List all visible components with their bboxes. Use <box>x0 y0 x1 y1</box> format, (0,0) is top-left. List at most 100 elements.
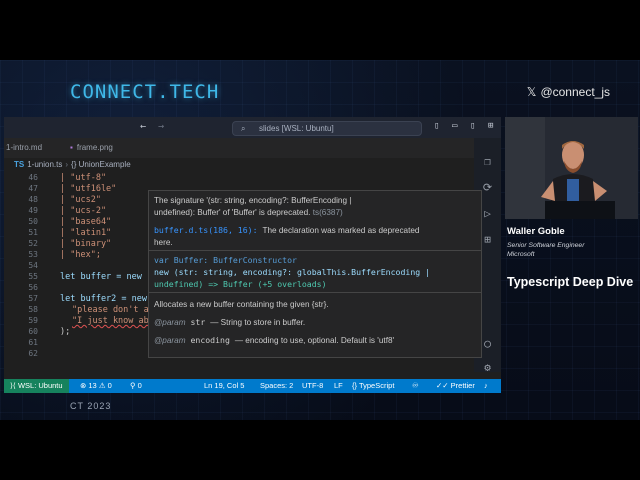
line-number: 47 <box>28 184 38 193</box>
prettier-label: Prettier <box>450 381 475 390</box>
conference-logo: CONNECT.TECH <box>70 81 220 103</box>
ports-icon: ⚲ <box>130 381 138 390</box>
speaker-camera-feed <box>505 117 638 219</box>
editor-tabs: 1-intro.md ▪ frame.png <box>4 138 474 158</box>
image-file-icon: ▪ <box>70 143 73 152</box>
toggle-aux-bar-icon[interactable]: ▯ <box>470 121 475 131</box>
indentation[interactable]: Spaces: 2 <box>260 379 293 393</box>
back-arrow-icon[interactable]: ← <box>140 121 146 132</box>
remote-icon: ⟩⟨ <box>10 381 18 390</box>
line-number: 49 <box>28 206 38 215</box>
command-center-label: slides [WSL: Ubuntu] <box>259 124 334 133</box>
account-icon[interactable]: ◯ <box>480 336 495 351</box>
run-debug-icon[interactable]: ▷ <box>480 206 495 221</box>
related-location-line-2: here. <box>154 238 173 247</box>
line-number: 57 <box>28 294 38 303</box>
breadcrumb-file[interactable]: 1-union.ts <box>27 160 62 169</box>
breadcrumb: TS 1-union.ts ›{} UnionExample <box>14 158 131 172</box>
stream-frame: CONNECT.TECH 𝕏 @connect_js ← → ⌕ slides [… <box>0 60 640 420</box>
line-number: 53 <box>28 250 38 259</box>
line-number: 62 <box>28 349 38 358</box>
doc-description: Allocates a new buffer containing the gi… <box>154 300 329 309</box>
line-number: 51 <box>28 228 38 237</box>
code-line[interactable]: | "latin1" <box>60 228 111 239</box>
related-location: buffer.d.ts(186, 16): The declaration wa… <box>154 225 420 235</box>
line-number: 54 <box>28 261 38 270</box>
cursor-position[interactable]: Ln 19, Col 5 <box>204 379 244 393</box>
tab-frame[interactable]: ▪ frame.png <box>64 138 119 158</box>
toggle-sidebar-icon[interactable]: ▯ <box>434 121 439 131</box>
speaker-title: Senior Software Engineer <box>507 242 585 249</box>
hover-divider <box>149 292 481 293</box>
problems-count: 13 <box>88 381 97 390</box>
remote-label: WSL: Ubuntu <box>17 381 63 390</box>
code-line[interactable]: | "binary" <box>60 239 111 250</box>
code-line[interactable]: | "utf16le" <box>60 184 116 195</box>
check-double-icon: ✓✓ <box>436 381 451 390</box>
line-number: 58 <box>28 305 38 314</box>
tab-label: 1-intro.md <box>6 143 43 152</box>
param-encoding: @param encoding — encoding to use, optio… <box>154 335 395 345</box>
speaker-company: Microsoft <box>507 251 535 258</box>
search-icon: ⌕ <box>241 124 246 133</box>
ports-indicator[interactable]: ⚲ 0 <box>130 379 142 393</box>
end-of-line[interactable]: LF <box>334 379 343 393</box>
breadcrumb-separator-icon: › <box>65 160 69 169</box>
explorer-icon[interactable]: ❐ <box>480 154 495 169</box>
social-handle: 𝕏 @connect_js <box>527 85 610 99</box>
code-line[interactable]: | "ucs2" <box>60 195 101 206</box>
prettier-indicator[interactable]: ✓✓ Prettier <box>436 379 475 393</box>
deprecation-line-1: The signature '(str: string, encoding?: … <box>154 196 352 205</box>
speaker-name: Waller Goble <box>507 226 565 237</box>
code-line[interactable]: | "utf-8" <box>60 173 106 184</box>
param-str: @param str — String to store in buffer. <box>154 317 306 327</box>
hover-divider <box>149 250 481 251</box>
command-center-search[interactable]: ⌕ slides [WSL: Ubuntu] <box>232 121 422 136</box>
handle-text: @connect_js <box>540 85 610 99</box>
status-bar: ⟩⟨ WSL: Ubuntu ⊗ 13 ⚠ 0 ⚲ 0 Ln 19, Col 5… <box>4 379 501 393</box>
x-logo-icon: 𝕏 <box>526 85 537 99</box>
breadcrumb-symbol[interactable]: {} UnionExample <box>71 160 131 169</box>
language-label: TypeScript <box>358 381 395 390</box>
speaker-photo <box>505 117 638 219</box>
customize-layout-icon[interactable]: ⊞ <box>488 121 493 131</box>
talk-title: Typescript Deep Dive <box>507 275 634 289</box>
copilot-icon[interactable]: ♾ <box>412 379 419 393</box>
warning-icon: ⚠ <box>98 381 108 390</box>
code-line-buffer[interactable]: let buffer = new <box>60 272 142 283</box>
hover-tooltip: The signature '(str: string, encoding?: … <box>148 190 482 358</box>
event-tag: CT 2023 <box>70 401 112 411</box>
warnings-count: 0 <box>107 381 112 390</box>
forward-arrow-icon[interactable]: → <box>158 121 164 132</box>
signature-line-3: undefined) => Buffer (+5 overloads) <box>154 279 327 289</box>
signature-line-2: new (str: string, encoding?: globalThis.… <box>154 267 431 277</box>
language-mode[interactable]: {} TypeScript <box>352 379 394 393</box>
source-control-icon[interactable]: ⟳ <box>480 180 495 195</box>
code-line[interactable]: | "hex"; <box>60 250 101 261</box>
extensions-icon[interactable]: ⊞ <box>480 232 495 247</box>
line-number: 46 <box>28 173 38 182</box>
bell-icon[interactable]: ♪ <box>484 379 488 393</box>
toggle-panel-icon[interactable]: ▭ <box>452 121 457 131</box>
code-line[interactable]: ); <box>60 327 70 338</box>
signature-line-1: var Buffer: BufferConstructor <box>154 255 297 265</box>
deprecation-line-2: undefined): Buffer' of 'Buffer' is depre… <box>154 208 343 217</box>
file-encoding[interactable]: UTF-8 <box>302 379 323 393</box>
problems-indicator[interactable]: ⊗ 13 ⚠ 0 <box>80 379 112 393</box>
line-number: 61 <box>28 338 38 347</box>
tab-intro[interactable]: 1-intro.md <box>0 138 48 158</box>
braces-icon: {} <box>352 381 359 390</box>
ports-count: 0 <box>137 381 142 390</box>
code-line[interactable]: | "ucs-2" <box>60 206 106 217</box>
gear-icon[interactable]: ⚙ <box>480 360 495 375</box>
line-number: 59 <box>28 316 38 325</box>
remote-indicator[interactable]: ⟩⟨ WSL: Ubuntu <box>4 379 69 393</box>
line-number: 60 <box>28 327 38 336</box>
tab-label: frame.png <box>76 143 113 152</box>
speaker-role: Senior Software Engineer Microsoft <box>507 241 584 259</box>
line-number: 56 <box>28 283 38 292</box>
line-number: 55 <box>28 272 38 281</box>
code-line[interactable]: | "base64" <box>60 217 111 228</box>
declaration-link[interactable]: buffer.d.ts(186, 16): <box>154 225 258 235</box>
line-number: 52 <box>28 239 38 248</box>
